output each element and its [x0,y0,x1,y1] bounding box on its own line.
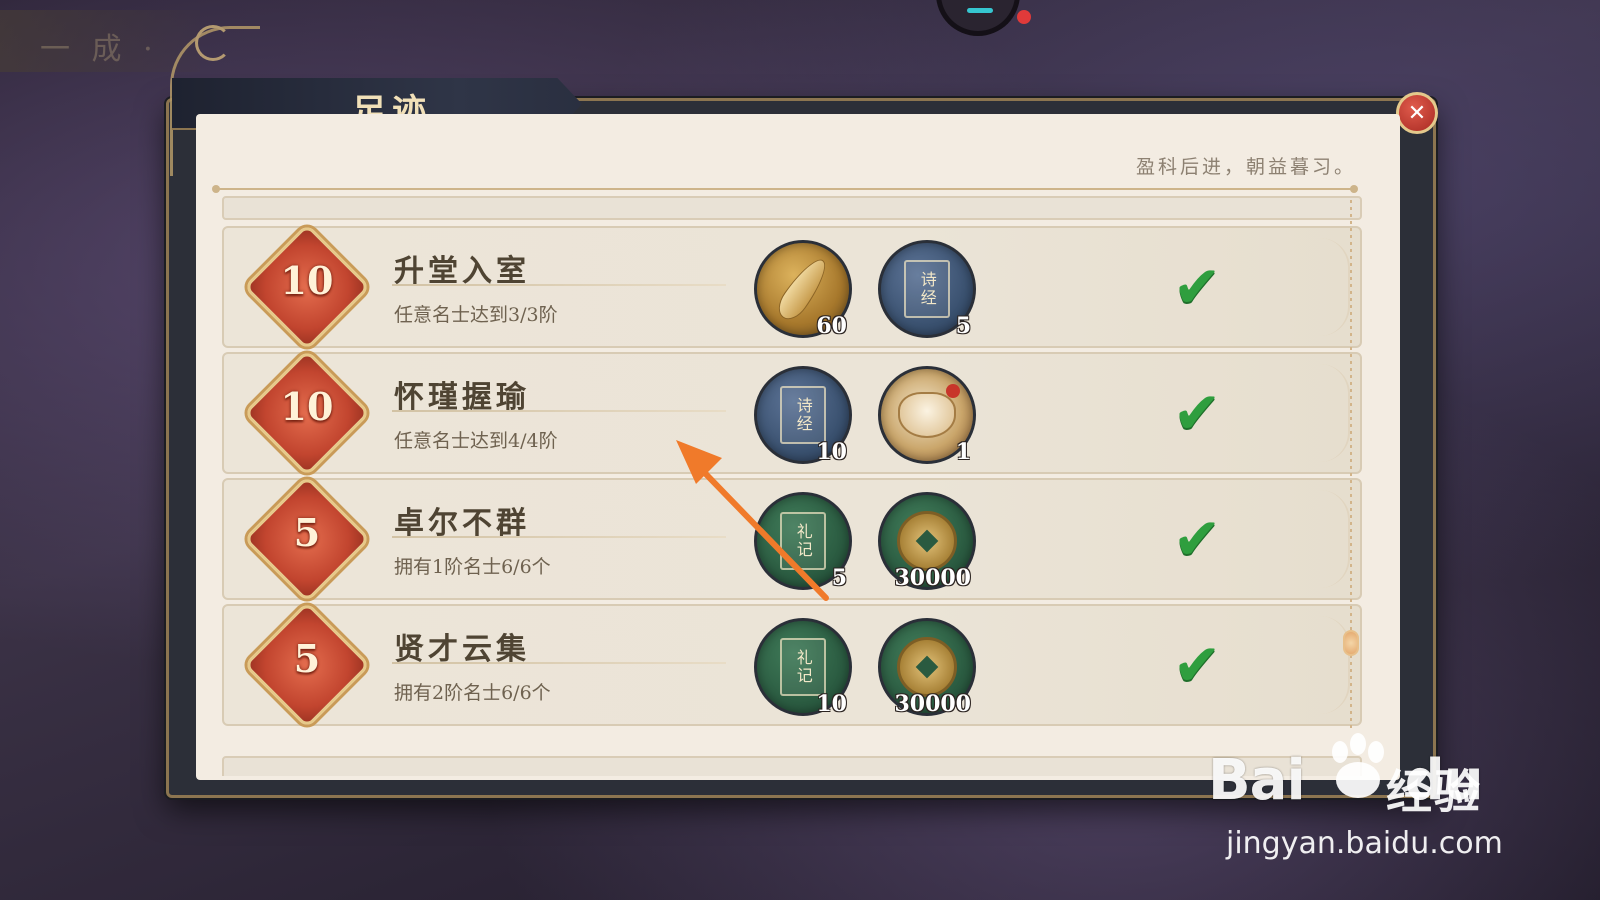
watermark-url: jingyan.baidu.com [1226,826,1503,861]
name-underline [392,410,726,412]
achievement-row[interactable]: 10 怀瑾握瑜 任意名士达到4/4阶 诗经 10 1 ✔ [222,349,1362,477]
scrollbar-thumb[interactable] [1343,630,1359,656]
badge-points: 10 [280,384,334,429]
shijing-book-art: 诗经 [904,260,950,318]
shijing-book-art: 诗经 [780,386,826,444]
badge-points: 10 [280,258,334,303]
notification-dot [1017,10,1031,24]
partial-row-bottom [222,756,1362,776]
top-timer-gadget [936,0,1031,36]
achievement-desc: 任意名士达到4/4阶 [394,430,558,452]
achievement-desc: 拥有2阶名士6/6个 [394,682,551,704]
reward-count: 5 [955,313,971,339]
reward-count: 60 [816,313,847,339]
pouch-art [898,384,960,438]
feather-icon[interactable]: 60 [754,240,852,339]
completed-check-icon: ✔ [1172,379,1222,447]
reward-count: 30000 [894,691,971,717]
coin-icon[interactable]: 30000 [878,618,976,717]
motto-text: 盈科后进，朝益暮习。 [1135,156,1356,178]
liji-book-icon[interactable]: 礼记 10 [754,618,852,717]
timer-bar [967,8,993,13]
liji-book-art: 礼记 [780,512,826,570]
shijing-book-icon[interactable]: 诗经 10 [754,366,852,465]
badge-points: 5 [293,636,321,681]
liji-book-icon[interactable]: 礼记 5 [754,492,852,591]
liji-book-art: 礼记 [780,638,826,696]
achievement-row[interactable]: 10 升堂入室 任意名士达到3/3阶 60 诗经 5 ✔ [222,223,1362,351]
reward-count: 1 [955,439,971,465]
completed-check-icon: ✔ [1172,253,1222,321]
achievement-desc: 拥有1阶名士6/6个 [394,556,551,578]
background-tag: 一 成 · [0,10,200,72]
badge-points: 5 [293,510,321,555]
coin-icon[interactable]: 30000 [878,492,976,591]
achievement-desc: 任意名士达到3/3阶 [394,304,558,326]
reward-count: 30000 [894,565,971,591]
completed-check-icon: ✔ [1172,631,1222,699]
achievement-list[interactable]: 10 升堂入室 任意名士达到3/3阶 60 诗经 5 ✔ 10 怀瑾握瑜 任意名士达到4/4阶 诗经… [222,196,1362,776]
header-divider [212,185,1358,193]
name-underline [392,536,726,538]
achievement-row[interactable]: 5 贤才云集 拥有2阶名士6/6个 礼记 10 30000 ✔ [222,601,1362,729]
coin-art [897,511,957,571]
name-underline [392,662,726,664]
row-ornament [1320,238,1350,336]
coin-art [897,637,957,697]
shijing-book-icon[interactable]: 诗经 5 [878,240,976,339]
reward-count: 5 [831,565,847,591]
close-button[interactable]: ✕ [1396,92,1438,134]
partial-row-top [222,196,1362,220]
completed-check-icon: ✔ [1172,505,1222,573]
achievement-row[interactable]: 5 卓尔不群 拥有1阶名士6/6个 礼记 5 30000 ✔ [222,475,1362,603]
reward-count: 10 [816,691,847,717]
watermark-cn: 经验 [1386,765,1482,819]
reward-count: 10 [816,439,847,465]
achievement-content: 盈科后进，朝益暮习。 10 升堂入室 任意名士达到3/3阶 60 诗经 5 ✔ 10 怀瑾握瑜任… [196,114,1400,780]
pouch-icon[interactable]: 1 [878,366,976,465]
name-underline [392,284,726,286]
row-ornament [1320,364,1350,462]
row-ornament [1320,490,1350,588]
